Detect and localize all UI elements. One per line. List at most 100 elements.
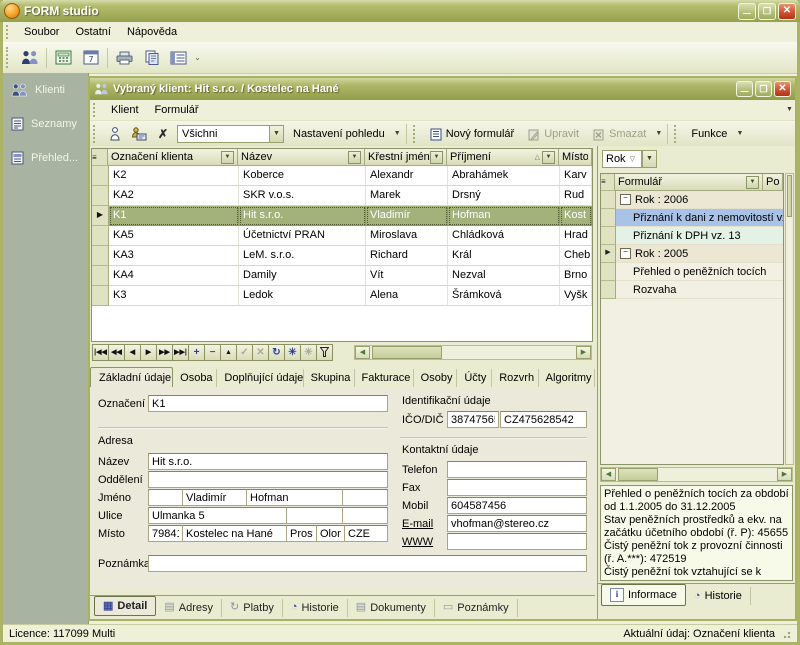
stat-field[interactable]	[344, 525, 388, 542]
tab-osoba[interactable]: Osoba	[173, 369, 217, 387]
client-row[interactable]: K3 Ledok Alena Šrámková Vyšk	[92, 286, 592, 306]
nav-prior-button[interactable]: ◀	[124, 344, 141, 361]
ulice-field[interactable]	[148, 507, 287, 524]
ico-field[interactable]	[447, 411, 499, 428]
view-settings-button[interactable]: Nastavení pohledu	[286, 124, 392, 144]
current-row-marker[interactable]: ▶	[601, 245, 616, 263]
email-link-label[interactable]: E-mail	[402, 518, 433, 530]
row-selector[interactable]	[92, 166, 109, 186]
forms-vertical-scrollbar[interactable]	[785, 173, 794, 465]
tab-ucty[interactable]: Účty	[457, 369, 492, 387]
filter-combo[interactable]: Všichni	[177, 125, 284, 143]
client-row[interactable]: KA5 Účetnictví PRAN Miroslava Chládková …	[92, 226, 592, 246]
form-group-row-current[interactable]: ▶ Rok : 2005	[601, 245, 783, 263]
telefon-field[interactable]	[447, 461, 587, 478]
nav-next-page-button[interactable]: ▶▶	[156, 344, 173, 361]
column-header-oznaceni-klienta[interactable]: Označení klienta	[108, 149, 238, 166]
oznaceni-field[interactable]	[148, 395, 388, 412]
column-filter-dropdown-icon[interactable]	[746, 176, 759, 189]
delete-button[interactable]: Smazat	[586, 124, 653, 144]
close-button[interactable]	[778, 3, 796, 20]
nav-last-button[interactable]: ▶▶|	[172, 344, 189, 361]
client-row[interactable]: KA3 LeM. s.r.o. Richard Král Cheb	[92, 246, 592, 266]
menubar-grip[interactable]	[6, 25, 13, 39]
new-form-button[interactable]: Nový formulář	[423, 124, 521, 144]
grid-corner-button[interactable]: ≡	[92, 149, 108, 166]
toolbar-grip[interactable]	[6, 47, 13, 69]
prijmeni-field[interactable]	[246, 489, 343, 506]
row-selector[interactable]	[601, 227, 616, 245]
tab-adresy[interactable]: ▤ Adresy	[156, 599, 222, 617]
tab-dokumenty[interactable]: ▤ Dokumenty	[348, 599, 435, 617]
tab-platby[interactable]: ↻ Platby	[222, 599, 283, 617]
tab-rozvrh[interactable]: Rozvrh	[492, 369, 538, 387]
collapse-icon[interactable]	[620, 248, 631, 259]
nav-first-button[interactable]: |◀◀	[92, 344, 109, 361]
column-header-formular[interactable]: Formulář	[615, 174, 763, 191]
column-filter-dropdown-icon[interactable]	[348, 151, 361, 164]
tab-skupina[interactable]: Skupina	[304, 369, 355, 387]
row-selector[interactable]	[601, 281, 616, 299]
www-field[interactable]	[447, 533, 587, 550]
tab-algoritmy[interactable]: Algoritmy	[539, 369, 595, 387]
print-button[interactable]	[111, 45, 138, 71]
nav-filter-button[interactable]	[316, 344, 333, 361]
column-header-misto[interactable]: Místo	[559, 149, 592, 166]
column-filter-dropdown-icon[interactable]	[542, 151, 555, 164]
form-row[interactable]: Rozvaha	[601, 281, 783, 299]
form-buttons-chevron[interactable]	[653, 124, 664, 144]
row-selector[interactable]	[601, 191, 616, 209]
nav-refresh-button[interactable]: ↻	[268, 344, 285, 361]
tab-informace[interactable]: i Informace	[601, 584, 686, 606]
nav-prior-page-button[interactable]: ◀◀	[108, 344, 125, 361]
report-button[interactable]	[165, 45, 192, 71]
psc-field[interactable]	[148, 525, 183, 542]
calculator-button[interactable]	[50, 45, 77, 71]
sidebar-item-seznamy[interactable]: Seznamy	[3, 107, 88, 141]
client-toolbar-grip2[interactable]	[413, 125, 420, 143]
column-header-poznamka[interactable]: Poz	[763, 174, 783, 191]
functions-chevron[interactable]	[734, 124, 745, 144]
misto-field[interactable]	[182, 525, 287, 542]
collapse-icon[interactable]	[620, 194, 631, 205]
menu-formular[interactable]: Formulář	[147, 102, 207, 118]
client-row[interactable]: K2 Koberce Alexandr Abrahámek Karv	[92, 166, 592, 186]
row-selector[interactable]	[92, 186, 109, 206]
client-row-selected[interactable]: ▶ K1 Hit s.r.o. Vladimír Hofman Kost	[92, 206, 592, 226]
client-menubar-grip[interactable]	[93, 103, 100, 117]
scroll-right-arrow[interactable]: ▶	[576, 346, 591, 359]
client-toolbar-grip3[interactable]	[674, 125, 681, 143]
forms-grid-corner[interactable]: ≡	[601, 174, 615, 191]
scroll-right-arrow[interactable]: ▶	[777, 468, 792, 481]
column-filter-dropdown-icon[interactable]	[430, 151, 443, 164]
sidebar-item-klienti[interactable]: Klienti	[3, 73, 88, 107]
resize-grip[interactable]	[781, 629, 791, 639]
nav-insert-button[interactable]: +	[188, 344, 205, 361]
form-row[interactable]: Přehled o peněžních tocích	[601, 263, 783, 281]
view-settings-chevron[interactable]	[392, 124, 403, 144]
toolbar-overflow-chevron[interactable]	[192, 47, 203, 69]
nav-goto-bookmark-button[interactable]: ✳	[300, 344, 317, 361]
tab-historie[interactable]: ◔ Historie	[283, 599, 348, 617]
copy-button[interactable]	[138, 45, 165, 71]
dic-field[interactable]	[500, 411, 587, 428]
row-selector[interactable]	[92, 266, 109, 286]
tab-osoby[interactable]: Osoby	[414, 369, 458, 387]
tab-historie-info[interactable]: ◔ Historie	[686, 587, 751, 605]
nazev-field[interactable]	[148, 453, 388, 470]
sidebar-item-prehled[interactable]: Přehled...	[3, 141, 88, 175]
row-selector[interactable]	[92, 246, 109, 266]
mobil-field[interactable]	[447, 497, 587, 514]
fax-field[interactable]	[447, 479, 587, 496]
nav-delete-button[interactable]: −	[204, 344, 221, 361]
titul-za-field[interactable]	[342, 489, 388, 506]
menu-klient[interactable]: Klient	[103, 102, 147, 118]
jmeno-field[interactable]	[182, 489, 247, 506]
current-row-marker[interactable]: ▶	[92, 206, 109, 226]
row-selector[interactable]	[92, 286, 109, 306]
nav-edit-button[interactable]: ▲	[220, 344, 237, 361]
edit-button[interactable]: Upravit	[521, 124, 586, 144]
group-field-rok[interactable]: Rok ▽	[602, 150, 642, 168]
nav-post-button[interactable]: ✓	[236, 344, 253, 361]
client-row[interactable]: KA2 SKR v.o.s. Marek Drsný Rud	[92, 186, 592, 206]
